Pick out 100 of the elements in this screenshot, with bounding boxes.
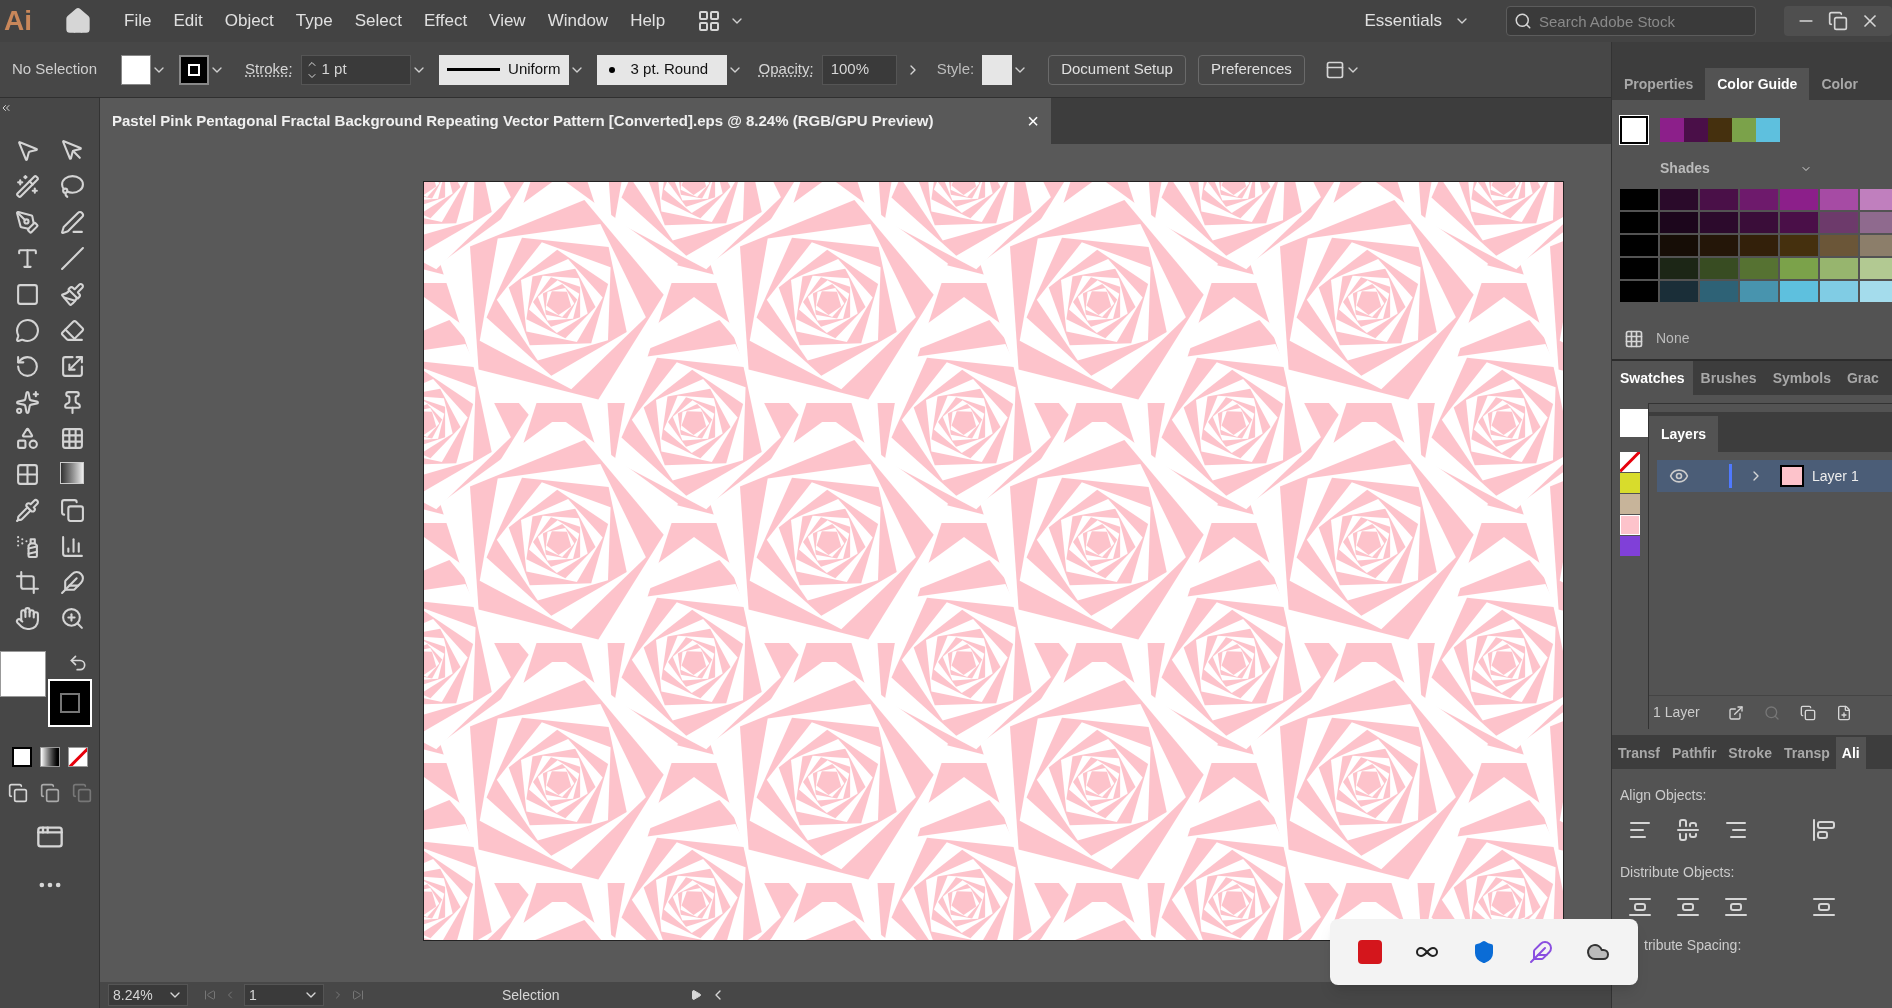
shade-swatch[interactable]	[1620, 258, 1658, 279]
shade-swatch[interactable]	[1620, 212, 1658, 233]
panel-tab[interactable]: Layers	[1649, 416, 1719, 452]
new-sublayer-icon[interactable]	[1835, 704, 1852, 721]
fill-stroke-swatch[interactable]	[1620, 409, 1648, 437]
artboard-field[interactable]: 1	[244, 984, 324, 1006]
shade-swatch[interactable]	[1780, 281, 1818, 302]
none-mode-swatch[interactable]	[67, 747, 88, 767]
toolbar-button[interactable]: Document Setup	[1048, 54, 1186, 85]
pattern-swatch[interactable]	[1620, 515, 1640, 535]
shade-swatch[interactable]	[1700, 235, 1738, 256]
shade-swatch[interactable]	[1860, 212, 1892, 233]
panel-tab[interactable]: Properties	[1612, 68, 1706, 100]
panel-tab[interactable]: Ali	[1835, 737, 1866, 769]
panel-tab[interactable]: Stroke	[1722, 737, 1778, 769]
panel-tab[interactable]: Pathfir	[1666, 737, 1723, 769]
variation-mode-label[interactable]: Shades	[1660, 158, 1710, 179]
magic-wand-tool-icon[interactable]	[14, 174, 40, 199]
shade-swatch[interactable]	[1660, 258, 1698, 279]
color-swatch[interactable]	[1620, 473, 1640, 493]
distribute-top-icon[interactable]	[1628, 895, 1652, 919]
symbol-sprayer-tool-icon[interactable]	[14, 534, 40, 559]
distribute-bottom-icon[interactable]	[1724, 895, 1748, 919]
stroke-swatch[interactable]	[47, 679, 92, 727]
distribute-left-icon[interactable]	[1812, 895, 1836, 919]
arrange-icon[interactable]	[1324, 59, 1345, 80]
stroke-color-swatch[interactable]	[179, 54, 210, 85]
opacity-label[interactable]: Opacity:	[758, 58, 814, 81]
shade-swatch[interactable]	[1780, 189, 1818, 210]
shade-swatch[interactable]	[1660, 281, 1698, 302]
scale-tool-icon[interactable]	[59, 354, 85, 379]
panel-tab[interactable]: Color Guide	[1705, 68, 1810, 100]
harmony-color-swatch[interactable]	[1732, 118, 1756, 142]
layer-row[interactable]: Layer 1	[1657, 460, 1892, 492]
shield-icon[interactable]	[1472, 940, 1496, 964]
color-mode-swatch[interactable]	[11, 747, 32, 767]
zoom-tool-icon[interactable]	[59, 606, 85, 631]
gradient-tool-icon[interactable]	[59, 462, 84, 484]
menu-item[interactable]: Window	[547, 8, 609, 34]
shade-swatch[interactable]	[1700, 212, 1738, 233]
gradient-mode-swatch[interactable]	[39, 747, 60, 767]
panel-tab[interactable]: Transf	[1612, 737, 1666, 769]
rotate-tool-icon[interactable]	[14, 354, 40, 379]
harmony-color-swatch[interactable]	[1660, 118, 1684, 142]
stroke-label[interactable]: Stroke:	[245, 58, 293, 81]
variable-width-profile[interactable]: Uniform	[438, 54, 569, 85]
menu-item[interactable]: Object	[224, 8, 274, 34]
close-tab-button[interactable]: ×	[1027, 106, 1039, 136]
shade-swatch[interactable]	[1780, 258, 1818, 279]
shade-swatch[interactable]	[1820, 189, 1858, 210]
export-icon[interactable]	[1727, 704, 1744, 721]
panel-tab[interactable]: Transp	[1777, 737, 1836, 769]
shade-swatch[interactable]	[1860, 258, 1892, 279]
fill-color-swatch[interactable]	[121, 54, 152, 85]
shade-swatch[interactable]	[1620, 281, 1658, 302]
align-center-icon[interactable]	[1676, 818, 1700, 842]
shade-swatch[interactable]	[1820, 281, 1858, 302]
shade-swatch[interactable]	[1700, 258, 1738, 279]
restore-icon[interactable]	[1828, 11, 1848, 31]
visibility-icon[interactable]	[1669, 466, 1689, 486]
shade-swatch[interactable]	[1820, 235, 1858, 256]
base-color-swatch[interactable]	[1620, 116, 1648, 144]
collapse-icon[interactable]	[0, 102, 12, 114]
lasso-tool-icon[interactable]	[59, 174, 85, 199]
color-swatch[interactable]	[1620, 494, 1640, 514]
eyedropper-tool-icon[interactable]	[14, 498, 40, 523]
shade-swatch[interactable]	[1860, 189, 1892, 210]
shade-swatch[interactable]	[1620, 189, 1658, 210]
opacity-field[interactable]: 100%	[821, 54, 897, 85]
distribute-center-icon[interactable]	[1676, 895, 1700, 919]
panel-tab[interactable]: Brushes	[1692, 361, 1765, 395]
panel-tab[interactable]: Swatches	[1612, 361, 1693, 395]
shade-swatch[interactable]	[1780, 212, 1818, 233]
color-swatch[interactable]	[1620, 536, 1640, 556]
panel-tab[interactable]: Symbols	[1764, 361, 1839, 395]
menu-item[interactable]: Select	[354, 8, 402, 34]
none-swatch[interactable]	[1620, 452, 1640, 472]
shade-swatch[interactable]	[1740, 258, 1778, 279]
feather-icon[interactable]	[1528, 940, 1553, 964]
shade-swatch[interactable]	[1780, 235, 1818, 256]
arrange-documents-icon[interactable]	[697, 9, 722, 33]
artboard-tool-icon[interactable]	[14, 570, 40, 595]
eraser-tool-icon[interactable]	[59, 318, 85, 343]
menu-item[interactable]: Help	[630, 8, 666, 34]
curvature-tool-icon[interactable]	[59, 210, 85, 235]
align-top-icon[interactable]	[1812, 818, 1836, 842]
paintbrush-tool-icon[interactable]	[59, 282, 85, 307]
harmony-color-swatch[interactable]	[1708, 118, 1732, 142]
document-tab[interactable]: Pastel Pink Pentagonal Fractal Background Repeating Vector Pattern [Converted].eps @ 8.24% (RGB/GPU Preview) ×	[100, 98, 1051, 144]
shade-swatch[interactable]	[1740, 281, 1778, 302]
pen-tool-icon[interactable]	[14, 210, 40, 235]
shade-swatch[interactable]	[1820, 258, 1858, 279]
stock-search-field[interactable]: Search Adobe Stock	[1506, 6, 1756, 36]
shade-swatch[interactable]	[1660, 212, 1698, 233]
shade-swatch[interactable]	[1860, 235, 1892, 256]
shape-builder-tool-icon[interactable]	[14, 426, 40, 451]
menu-item[interactable]: View	[489, 8, 526, 34]
panel-tab[interactable]: Color	[1809, 68, 1870, 100]
shade-swatch[interactable]	[1700, 189, 1738, 210]
hand-tool-icon[interactable]	[14, 606, 40, 631]
